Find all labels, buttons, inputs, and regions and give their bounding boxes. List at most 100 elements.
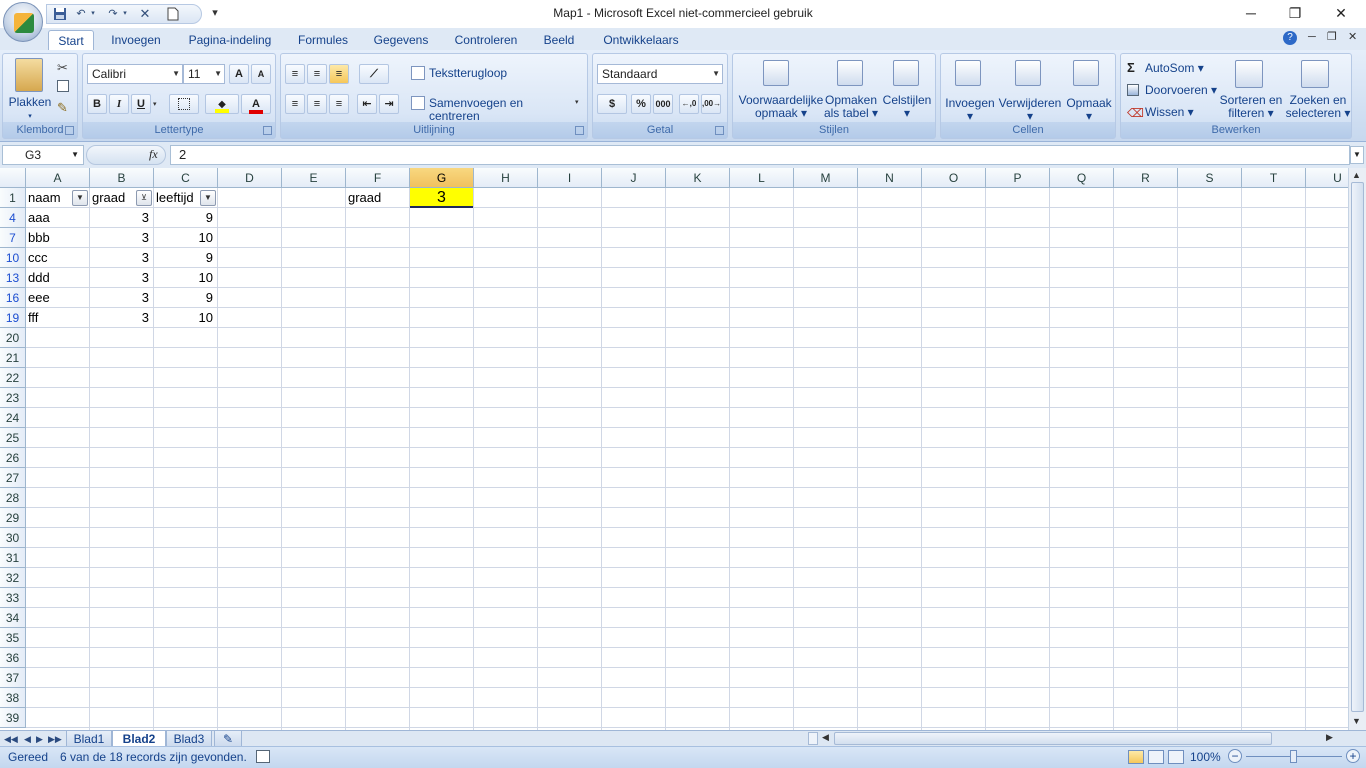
tab-split-handle[interactable] xyxy=(808,732,818,745)
cell-b1[interactable]: graad xyxy=(90,188,136,208)
wrap-text-button[interactable]: Tekstterugloop xyxy=(429,67,539,80)
redo-icon[interactable]: ↷ xyxy=(105,7,121,21)
cell-c13[interactable]: 10 xyxy=(154,268,216,288)
page-layout-view-icon[interactable] xyxy=(1148,750,1164,764)
row-header-25[interactable]: 25 xyxy=(0,428,26,448)
zoom-in-icon[interactable]: + xyxy=(1346,749,1360,763)
insert-cells-icon[interactable] xyxy=(955,60,981,86)
align-bottom-button[interactable]: ≡ xyxy=(329,64,349,84)
column-header-a[interactable]: A xyxy=(26,168,90,188)
redo-dropdown-icon[interactable]: ▾ xyxy=(121,7,129,21)
save-icon[interactable] xyxy=(52,7,68,21)
column-header-c[interactable]: C xyxy=(154,168,218,188)
column-header-m[interactable]: M xyxy=(794,168,858,188)
find-select-button[interactable]: Zoeken en selecteren ▾ xyxy=(1285,94,1351,120)
copy-icon[interactable] xyxy=(57,80,69,92)
row-header-32[interactable]: 32 xyxy=(0,568,26,588)
decrease-indent-button[interactable]: ⇤ xyxy=(357,94,377,114)
format-as-table-icon[interactable] xyxy=(837,60,863,86)
vertical-scrollbar[interactable]: ▲ ▼ xyxy=(1348,168,1366,730)
new-document-icon[interactable] xyxy=(165,7,181,21)
tab-controleren[interactable]: Controleren xyxy=(446,30,526,50)
scroll-right-icon[interactable]: ▶ xyxy=(1326,732,1333,743)
row-header-20[interactable]: 20 xyxy=(0,328,26,348)
row-header-36[interactable]: 36 xyxy=(0,648,26,668)
column-header-s[interactable]: S xyxy=(1178,168,1242,188)
ribbon-close-icon[interactable]: ✕ xyxy=(1348,30,1357,43)
column-header-g[interactable]: G xyxy=(410,168,474,188)
help-icon[interactable]: ? xyxy=(1283,31,1297,45)
column-header-l[interactable]: L xyxy=(730,168,794,188)
delete-cells-button[interactable]: Verwijderen ▾ xyxy=(997,97,1063,123)
first-sheet-icon[interactable]: ◀◀ xyxy=(4,731,18,747)
scroll-left-icon[interactable]: ◀ xyxy=(822,732,829,743)
zoom-slider-thumb[interactable] xyxy=(1290,750,1297,763)
column-header-j[interactable]: J xyxy=(602,168,666,188)
close-button[interactable]: ✕ xyxy=(1326,4,1356,22)
cut-icon[interactable]: ✂ xyxy=(57,60,68,76)
ribbon-restore-icon[interactable]: ❐ xyxy=(1327,30,1337,43)
cell-a13[interactable]: ddd xyxy=(26,268,88,288)
row-header-28[interactable]: 28 xyxy=(0,488,26,508)
row-header-7[interactable]: 7 xyxy=(0,228,26,248)
cell-b4[interactable]: 3 xyxy=(90,208,152,228)
increase-decimal-button[interactable]: ←,0 xyxy=(679,94,699,114)
underline-dropdown-icon[interactable]: ▾ xyxy=(153,100,157,108)
percent-button[interactable]: % xyxy=(631,94,651,114)
name-box[interactable]: G3 ▼ xyxy=(2,145,84,165)
align-right-button[interactable]: ≡ xyxy=(329,94,349,114)
row-header-37[interactable]: 37 xyxy=(0,668,26,688)
format-cells-icon[interactable] xyxy=(1073,60,1099,86)
cell-a4[interactable]: aaa xyxy=(26,208,88,228)
tab-pagina-indeling[interactable]: Pagina-indeling xyxy=(182,30,278,50)
currency-button[interactable]: $ xyxy=(597,94,627,114)
column-header-f[interactable]: F xyxy=(346,168,410,188)
format-painter-icon[interactable]: ✎ xyxy=(57,100,68,116)
cell-a19[interactable]: fff xyxy=(26,308,88,328)
column-header-q[interactable]: Q xyxy=(1050,168,1114,188)
row-header-4[interactable]: 4 xyxy=(0,208,26,228)
cell-a10[interactable]: ccc xyxy=(26,248,88,268)
tab-ontwikkelaars[interactable]: Ontwikkelaars xyxy=(594,30,688,50)
cell-a16[interactable]: eee xyxy=(26,288,88,308)
customize-qat-icon[interactable]: ▾ xyxy=(207,6,223,20)
undo-dropdown-icon[interactable]: ▾ xyxy=(89,7,97,21)
paste-icon[interactable] xyxy=(15,58,43,92)
cell-a1[interactable]: naam xyxy=(26,188,74,208)
tab-formules[interactable]: Formules xyxy=(290,30,356,50)
align-center-button[interactable]: ≡ xyxy=(307,94,327,114)
cell-b16[interactable]: 3 xyxy=(90,288,152,308)
merge-dropdown-icon[interactable]: ▾ xyxy=(575,98,579,106)
filter-dropdown-leeftijd-icon[interactable]: ▼ xyxy=(200,190,216,206)
row-header-29[interactable]: 29 xyxy=(0,508,26,528)
tab-invoegen[interactable]: Invoegen xyxy=(104,30,168,50)
row-header-39[interactable]: 39 xyxy=(0,708,26,728)
next-sheet-icon[interactable]: ▶ xyxy=(36,731,43,747)
paste-button[interactable]: Plakken xyxy=(7,96,53,109)
column-header-u[interactable]: U xyxy=(1306,168,1348,188)
clear-button[interactable]: Wissen ▾ xyxy=(1145,106,1221,119)
column-header-i[interactable]: I xyxy=(538,168,602,188)
clear-icon[interactable]: ✕ xyxy=(137,7,153,21)
insert-sheet-icon[interactable]: ✎ xyxy=(214,731,242,747)
filter-active-graad-icon[interactable]: ⊻ xyxy=(136,190,152,206)
cell-b19[interactable]: 3 xyxy=(90,308,152,328)
column-header-h[interactable]: H xyxy=(474,168,538,188)
ribbon-minimize-icon[interactable]: ─ xyxy=(1308,31,1316,43)
sheet-tab-blad1[interactable]: Blad1 xyxy=(66,731,112,747)
tab-start[interactable]: Start xyxy=(48,30,94,50)
row-header-30[interactable]: 30 xyxy=(0,528,26,548)
underline-button[interactable]: U xyxy=(131,94,151,114)
row-header-26[interactable]: 26 xyxy=(0,448,26,468)
decrease-decimal-button[interactable]: ,00→ xyxy=(701,94,721,114)
align-middle-button[interactable]: ≡ xyxy=(307,64,327,84)
formula-input[interactable]: 2 xyxy=(170,145,1350,165)
tab-gegevens[interactable]: Gegevens xyxy=(368,30,434,50)
font-launcher-icon[interactable] xyxy=(263,126,272,135)
font-size-combo[interactable]: 11 ▼ xyxy=(183,64,225,84)
bold-button[interactable]: B xyxy=(87,94,107,114)
row-header-10[interactable]: 10 xyxy=(0,248,26,268)
column-header-e[interactable]: E xyxy=(282,168,346,188)
font-name-dropdown-icon[interactable]: ▼ xyxy=(172,65,180,83)
number-launcher-icon[interactable] xyxy=(715,126,724,135)
